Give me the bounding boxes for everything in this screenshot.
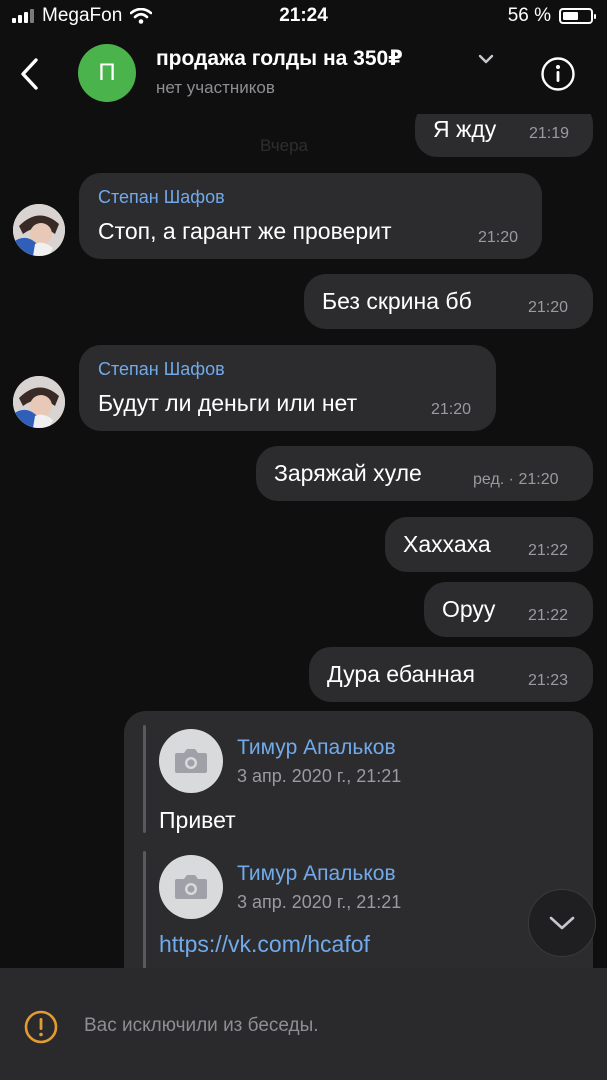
message-outgoing[interactable]: Заряжай хуле ред. · 21:20 (256, 446, 593, 501)
message-text: Я жду (433, 116, 497, 142)
message-outgoing[interactable]: Дура ебанная 21:23 (309, 647, 593, 702)
chevron-down-icon[interactable] (476, 52, 496, 66)
forward-bar (143, 725, 146, 833)
warning-icon (24, 1010, 58, 1044)
forward-author-avatar[interactable] (159, 729, 223, 793)
camera-icon (175, 749, 207, 773)
message-time: ред. · 21:20 (473, 471, 559, 488)
forward-author-name[interactable]: Тимур Апальков (237, 736, 396, 760)
chat-title[interactable]: продажа голды на 350₽ (156, 46, 403, 71)
message-text: Заряжай хуле (274, 460, 422, 486)
footer-banner: Вас исключили из беседы. (0, 968, 607, 1080)
message-outgoing[interactable]: Я жду 21:19 (415, 114, 593, 157)
message-incoming[interactable]: Степан Шафов Будут ли деньги или нет 21:… (79, 345, 496, 431)
forward-date: 3 апр. 2020 г., 21:21 (237, 892, 402, 912)
message-outgoing[interactable]: Оруу 21:22 (424, 582, 593, 637)
user-avatar[interactable] (13, 204, 65, 256)
forwarded-messages-bubble[interactable]: Тимур Апальков 3 апр. 2020 г., 21:21 При… (124, 711, 593, 968)
message-time: 21:23 (528, 672, 569, 689)
status-bar: MegaFon 21:24 56 % (0, 0, 607, 34)
message-time: 21:20 (478, 229, 519, 246)
message-time: 21:20 (528, 299, 569, 316)
scroll-down-button[interactable] (528, 889, 596, 957)
chevron-down-icon (549, 916, 575, 930)
message-author[interactable]: Степан Шафов (98, 187, 225, 208)
message-text: Хаххаха (403, 531, 491, 557)
forward-text: Привет (159, 807, 236, 833)
message-outgoing[interactable]: Без скрина бб 21:20 (304, 274, 593, 329)
battery-icon (559, 8, 596, 24)
message-author[interactable]: Степан Шафов (98, 359, 225, 380)
message-time: 21:22 (528, 542, 569, 559)
user-avatar[interactable] (13, 376, 65, 428)
status-right: 56 % (507, 5, 596, 27)
info-icon[interactable] (540, 56, 576, 92)
message-text: Оруу (442, 596, 496, 622)
message-time: 21:20 (431, 401, 472, 418)
battery-percent: 56 % (507, 5, 551, 26)
excluded-notice: Вас исключили из беседы. (84, 1015, 319, 1036)
message-time: 21:22 (528, 607, 569, 624)
message-text: Будут ли деньги или нет (98, 390, 358, 416)
message-text: Без скрина бб (322, 288, 472, 314)
forward-author-avatar[interactable] (159, 855, 223, 919)
forward-bar (143, 851, 146, 968)
camera-icon (175, 875, 207, 899)
chat-subtitle: нет участников (156, 78, 275, 97)
chat-avatar[interactable]: П (78, 44, 136, 102)
back-chevron-icon[interactable] (14, 52, 48, 96)
forward-author-name[interactable]: Тимур Апальков (237, 862, 396, 886)
message-incoming[interactable]: Степан Шафов Стоп, а гарант же проверит … (79, 173, 542, 259)
message-text: Стоп, а гарант же проверит (98, 218, 392, 244)
date-separator: Вчера (260, 136, 308, 155)
chat-header: П продажа голды на 350₽ нет участников (0, 34, 607, 114)
forward-date: 3 апр. 2020 г., 21:21 (237, 766, 402, 786)
forward-link[interactable]: https://vk.com/hcafof (159, 931, 370, 958)
message-outgoing[interactable]: Хаххаха 21:22 (385, 517, 593, 572)
message-list[interactable]: Вчера Я жду 21:19 Степан Шафов Стоп, а г… (0, 114, 607, 968)
message-time: 21:19 (529, 125, 570, 142)
message-text: Дура ебанная (327, 661, 475, 687)
